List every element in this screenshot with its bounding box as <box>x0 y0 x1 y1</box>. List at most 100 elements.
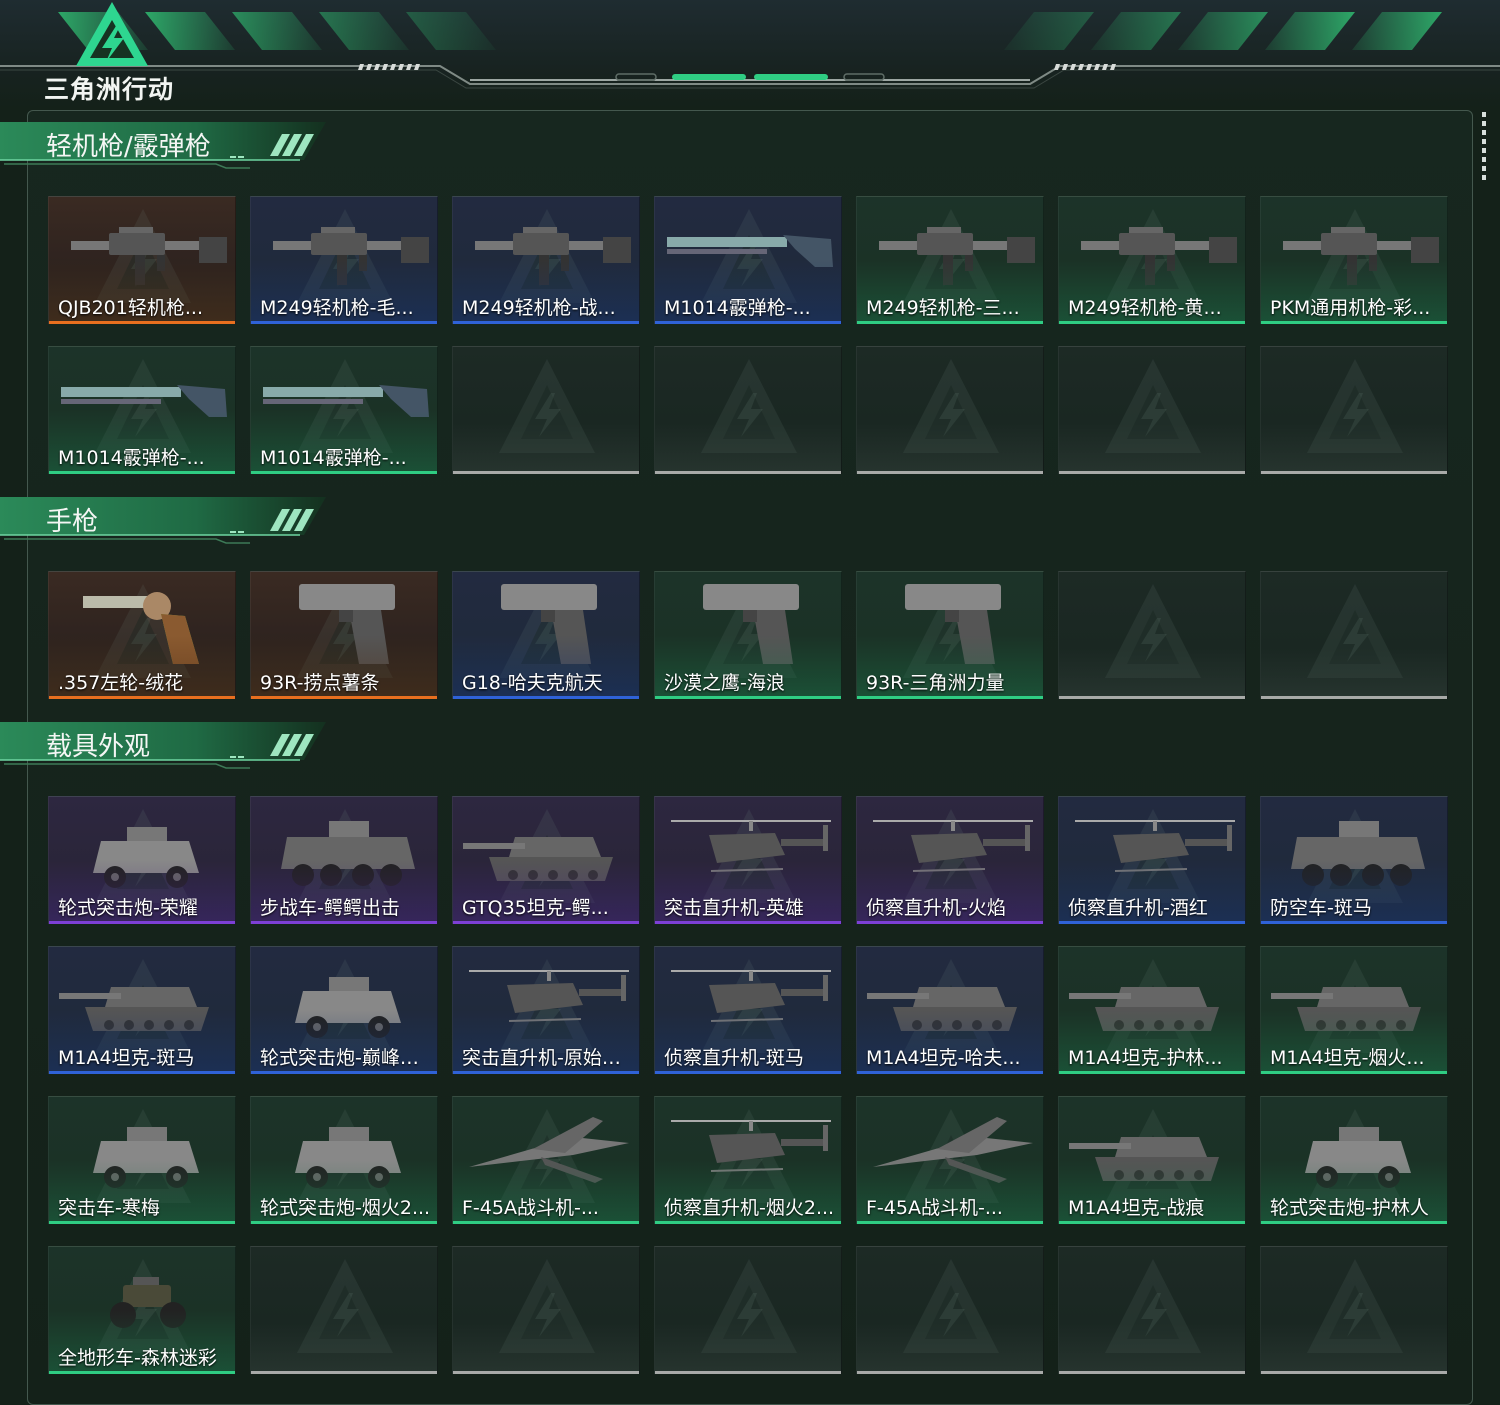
skin-item-card[interactable]: .357左轮-绒花 <box>48 571 236 699</box>
rarity-bar <box>453 1071 639 1074</box>
section-header: 轻机枪/霰弹枪 <box>0 120 330 172</box>
rarity-bar <box>251 921 437 924</box>
skin-item-card[interactable]: QJB201轻机枪... <box>48 196 236 324</box>
scrollbar-indicator[interactable] <box>1482 112 1486 180</box>
rarity-bar <box>251 471 437 474</box>
skin-item-card[interactable]: 93R-捞点薯条 <box>250 571 438 699</box>
empty-item-slot <box>654 1246 842 1374</box>
item-label: 93R-捞点薯条 <box>260 672 380 694</box>
skin-item-card[interactable]: M249轻机枪-三... <box>856 196 1044 324</box>
rarity-bar <box>1261 321 1447 324</box>
header-decoration <box>0 12 1500 89</box>
skin-item-card[interactable]: M1A4坦克-护林... <box>1058 946 1246 1074</box>
skin-item-card[interactable]: 轮式突击炮-荣耀 <box>48 796 236 924</box>
rarity-bar <box>49 1371 235 1374</box>
section-header: 手枪 <box>0 495 330 547</box>
skin-item-card[interactable]: 侦察直升机-酒红 <box>1058 796 1246 924</box>
item-label: 全地形车-森林迷彩 <box>58 1347 217 1369</box>
rarity-bar <box>251 1071 437 1074</box>
skin-item-card[interactable]: M1014霰弹枪-... <box>48 346 236 474</box>
rarity-bar <box>49 1071 235 1074</box>
rarity-bar <box>1059 1071 1245 1074</box>
skin-item-card[interactable]: 突击车-寒梅 <box>48 1096 236 1224</box>
rarity-bar <box>49 1221 235 1224</box>
skin-item-card[interactable]: M249轻机枪-毛... <box>250 196 438 324</box>
rarity-bar <box>251 1371 437 1374</box>
rarity-bar <box>49 321 235 324</box>
skin-item-card[interactable]: M1A4坦克-哈夫... <box>856 946 1044 1074</box>
rarity-bar <box>655 696 841 699</box>
skin-item-card[interactable]: F-45A战斗机-... <box>452 1096 640 1224</box>
section-title: 手枪 <box>46 507 99 537</box>
item-label: M249轻机枪-黄... <box>1068 297 1222 319</box>
skin-item-card[interactable]: 步战车-鳄鳄出击 <box>250 796 438 924</box>
skin-item-card[interactable]: M1A4坦克-烟火... <box>1260 946 1448 1074</box>
item-label: M249轻机枪-三... <box>866 297 1020 319</box>
skin-item-card[interactable]: 轮式突击炮-护林人 <box>1260 1096 1448 1224</box>
empty-item-slot <box>1260 1246 1448 1374</box>
section-title: 轻机枪/霰弹枪 <box>46 132 211 162</box>
item-label: .357左轮-绒花 <box>58 672 184 694</box>
rarity-bar <box>251 1221 437 1224</box>
item-label: 侦察直升机-酒红 <box>1068 897 1208 919</box>
empty-item-slot <box>1260 571 1448 699</box>
empty-item-slot <box>452 1246 640 1374</box>
rarity-bar <box>655 471 841 474</box>
skin-item-card[interactable]: 轮式突击炮-烟火2... <box>250 1096 438 1224</box>
skin-item-card[interactable]: M1A4坦克-斑马 <box>48 946 236 1074</box>
skin-item-card[interactable]: 全地形车-森林迷彩 <box>48 1246 236 1374</box>
rarity-bar <box>49 921 235 924</box>
rarity-bar <box>49 471 235 474</box>
empty-item-slot <box>452 346 640 474</box>
skin-item-card[interactable]: 防空车-斑马 <box>1260 796 1448 924</box>
rarity-bar <box>1059 1221 1245 1224</box>
skin-item-card[interactable]: 突击直升机-英雄 <box>654 796 842 924</box>
skin-item-card[interactable]: M1014霰弹枪-... <box>250 346 438 474</box>
empty-item-slot <box>1260 346 1448 474</box>
rarity-bar <box>453 921 639 924</box>
skin-item-card[interactable]: 侦察直升机-火焰 <box>856 796 1044 924</box>
item-label: 侦察直升机-烟火2... <box>664 1197 835 1219</box>
skin-item-card[interactable]: 突击直升机-原始伪... <box>452 946 640 1074</box>
empty-item-slot <box>1058 571 1246 699</box>
rarity-bar <box>1059 321 1245 324</box>
rarity-bar <box>857 1221 1043 1224</box>
rarity-bar <box>1059 921 1245 924</box>
skin-item-card[interactable]: M1014霰弹枪-... <box>654 196 842 324</box>
item-label: 93R-三角洲力量 <box>866 672 1005 694</box>
item-label: F-45A战斗机-... <box>462 1197 599 1219</box>
skin-item-card[interactable]: 沙漠之鹰-海浪 <box>654 571 842 699</box>
skin-item-card[interactable]: M1A4坦克-战痕 <box>1058 1096 1246 1224</box>
empty-item-slot <box>1058 1246 1246 1374</box>
rarity-bar <box>655 1221 841 1224</box>
item-label: 侦察直升机-火焰 <box>866 897 1006 919</box>
empty-item-slot <box>1058 346 1246 474</box>
item-label: 突击直升机-英雄 <box>664 897 804 919</box>
rarity-bar <box>453 1371 639 1374</box>
item-label: 轮式突击炮-护林人 <box>1270 1197 1429 1219</box>
rarity-bar <box>453 1221 639 1224</box>
skin-item-card[interactable]: G18-哈夫克航天 <box>452 571 640 699</box>
item-label: M1014霰弹枪-... <box>260 447 407 469</box>
skin-item-card[interactable]: GTQ35坦克-鳄... <box>452 796 640 924</box>
rarity-bar <box>1261 1071 1447 1074</box>
rarity-bar <box>655 1071 841 1074</box>
skin-item-card[interactable]: M249轻机枪-黄... <box>1058 196 1246 324</box>
item-label: M1014霰弹枪-... <box>58 447 205 469</box>
rarity-bar <box>1261 471 1447 474</box>
skin-item-card[interactable]: 侦察直升机-斑马 <box>654 946 842 1074</box>
skin-item-card[interactable]: F-45A战斗机-... <box>856 1096 1044 1224</box>
skin-item-card[interactable]: 轮式突击炮-巅峰竞... <box>250 946 438 1074</box>
rarity-bar <box>655 321 841 324</box>
skin-item-card[interactable]: 93R-三角洲力量 <box>856 571 1044 699</box>
skin-item-card[interactable]: 侦察直升机-烟火2... <box>654 1096 842 1224</box>
item-label: M249轻机枪-战... <box>462 297 616 319</box>
top-header-bar: 三角洲行动 <box>0 0 1500 108</box>
empty-item-slot <box>250 1246 438 1374</box>
item-label: 突击直升机-原始伪... <box>462 1047 635 1069</box>
item-label: G18-哈夫克航天 <box>462 672 603 694</box>
rarity-bar <box>857 1071 1043 1074</box>
skin-item-card[interactable]: M249轻机枪-战... <box>452 196 640 324</box>
rarity-bar <box>453 321 639 324</box>
skin-item-card[interactable]: PKM通用机枪-彩... <box>1260 196 1448 324</box>
